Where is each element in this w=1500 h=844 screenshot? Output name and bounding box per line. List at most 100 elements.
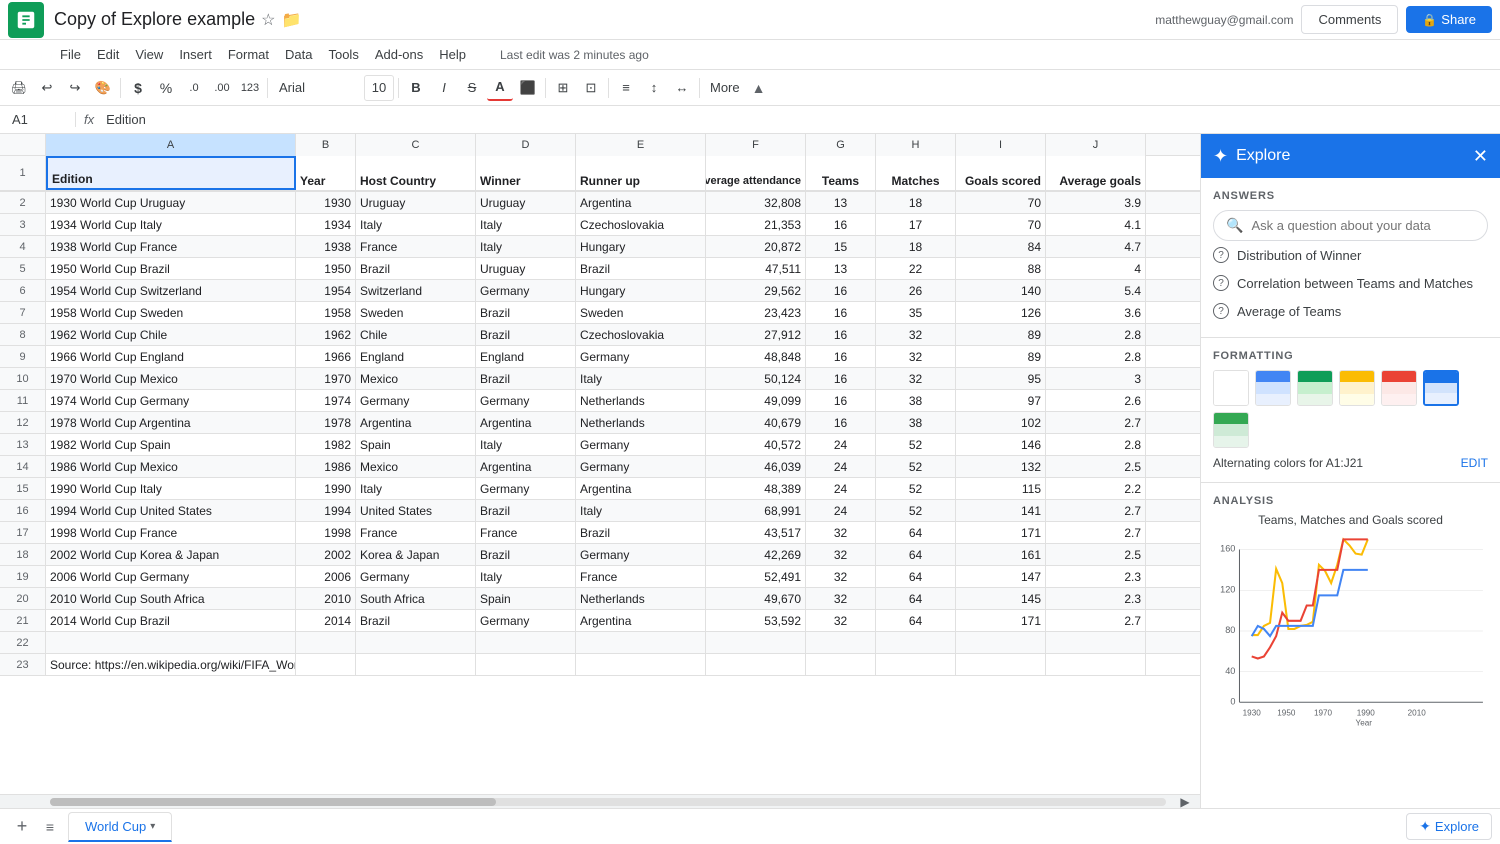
table-cell[interactable]: France [476,522,576,543]
table-cell[interactable]: 29,562 [706,280,806,301]
table-cell[interactable]: 3.6 [1046,302,1146,323]
comments-button[interactable]: Comments [1301,5,1398,34]
table-cell[interactable]: 40,572 [706,434,806,455]
table-cell[interactable]: 2.8 [1046,324,1146,345]
table-cell[interactable]: 1966 [296,346,356,367]
table-cell[interactable] [1046,654,1146,675]
table-cell[interactable]: 2.3 [1046,566,1146,587]
menu-edit[interactable]: Edit [89,40,127,70]
table-cell[interactable]: United States [356,500,476,521]
table-cell[interactable]: Argentina [476,456,576,477]
table-cell[interactable]: 38 [876,412,956,433]
table-cell[interactable]: Argentina [576,610,706,631]
collapse-toolbar-button[interactable]: ▲ [752,80,766,96]
table-cell[interactable] [356,632,476,653]
table-cell[interactable]: 52,491 [706,566,806,587]
table-cell[interactable]: Italy [356,214,476,235]
menu-help[interactable]: Help [431,40,474,70]
table-cell[interactable] [956,632,1046,653]
col-a-header[interactable]: A [46,134,296,156]
table-cell[interactable]: 2002 World Cup Korea & Japan [46,544,296,565]
table-cell[interactable]: 52 [876,434,956,455]
table-cell[interactable]: 64 [876,544,956,565]
table-cell[interactable]: 42,269 [706,544,806,565]
table-cell[interactable] [576,632,706,653]
table-cell[interactable]: 38 [876,390,956,411]
table-cell[interactable]: 3.9 [1046,192,1146,213]
table-cell[interactable]: 3 [1046,368,1146,389]
table-cell[interactable]: 1986 [296,456,356,477]
font-size-selector[interactable]: 10 [364,75,394,101]
table-cell[interactable]: 32,808 [706,192,806,213]
table-cell[interactable]: Brazil [476,368,576,389]
menu-data[interactable]: Data [277,40,320,70]
table-cell[interactable]: France [356,522,476,543]
table-cell[interactable] [956,654,1046,675]
table-cell[interactable]: Source: https://en.wikipedia.org/wiki/FI… [46,654,296,675]
table-cell[interactable]: 1970 [296,368,356,389]
table-cell[interactable]: 16 [806,302,876,323]
table-cell[interactable]: 16 [806,324,876,345]
table-cell[interactable]: 2.5 [1046,456,1146,477]
table-cell[interactable] [806,632,876,653]
table-cell[interactable]: 1974 [296,390,356,411]
table-cell[interactable]: 70 [956,214,1046,235]
table-cell[interactable]: 2002 [296,544,356,565]
table-cell[interactable] [706,654,806,675]
sheet-tab-world-cup[interactable]: World Cup ▾ [68,812,172,842]
more-button[interactable]: More [704,75,746,101]
cell-d1[interactable]: Winner [476,156,576,190]
table-cell[interactable]: Czechoslovakia [576,214,706,235]
table-cell[interactable]: 16 [806,390,876,411]
align-wrap-button[interactable]: ↔ [669,75,695,101]
table-cell[interactable]: 13 [806,192,876,213]
table-cell[interactable]: 2.8 [1046,434,1146,455]
table-cell[interactable]: Germany [476,610,576,631]
table-cell[interactable]: Germany [476,280,576,301]
menu-file[interactable]: File [52,40,89,70]
table-cell[interactable]: 161 [956,544,1046,565]
cell-j1[interactable]: Average goals [1046,156,1146,190]
table-cell[interactable]: 48,848 [706,346,806,367]
table-cell[interactable]: 171 [956,522,1046,543]
table-cell[interactable]: 32 [806,610,876,631]
table-cell[interactable]: England [356,346,476,367]
cell-c1[interactable]: Host Country [356,156,476,190]
table-cell[interactable]: 64 [876,566,956,587]
table-cell[interactable]: France [576,566,706,587]
table-cell[interactable]: 1962 [296,324,356,345]
table-cell[interactable]: 20,872 [706,236,806,257]
table-cell[interactable]: 2010 World Cup South Africa [46,588,296,609]
format-123-button[interactable]: 123 [237,75,263,101]
merge-button[interactable]: ⊡ [578,75,604,101]
table-cell[interactable]: Hungary [576,280,706,301]
format-swatch-3[interactable] [1339,370,1375,406]
table-cell[interactable]: Germany [356,390,476,411]
table-cell[interactable]: 115 [956,478,1046,499]
font-family-selector[interactable]: Arial [272,75,362,101]
table-cell[interactable]: 2.7 [1046,500,1146,521]
col-i-header[interactable]: I [956,134,1046,156]
align-left-button[interactable]: ≡ [613,75,639,101]
add-sheet-button[interactable]: + [8,813,36,841]
table-cell[interactable]: Chile [356,324,476,345]
text-color-button[interactable]: A [487,75,513,101]
table-cell[interactable]: 1930 World Cup Uruguay [46,192,296,213]
table-cell[interactable]: 1970 World Cup Mexico [46,368,296,389]
table-cell[interactable]: 126 [956,302,1046,323]
table-cell[interactable] [476,654,576,675]
table-cell[interactable]: 68,991 [706,500,806,521]
table-cell[interactable]: 146 [956,434,1046,455]
table-cell[interactable] [706,632,806,653]
table-cell[interactable]: 145 [956,588,1046,609]
table-cell[interactable]: 47,511 [706,258,806,279]
table-cell[interactable]: 1974 World Cup Germany [46,390,296,411]
table-cell[interactable]: 2010 [296,588,356,609]
table-cell[interactable] [876,632,956,653]
menu-addons[interactable]: Add-ons [367,40,431,70]
table-cell[interactable]: 64 [876,610,956,631]
table-cell[interactable]: Argentina [356,412,476,433]
cell-f1[interactable]: Average attendance [706,156,806,190]
table-cell[interactable]: 24 [806,478,876,499]
table-cell[interactable]: Argentina [476,412,576,433]
